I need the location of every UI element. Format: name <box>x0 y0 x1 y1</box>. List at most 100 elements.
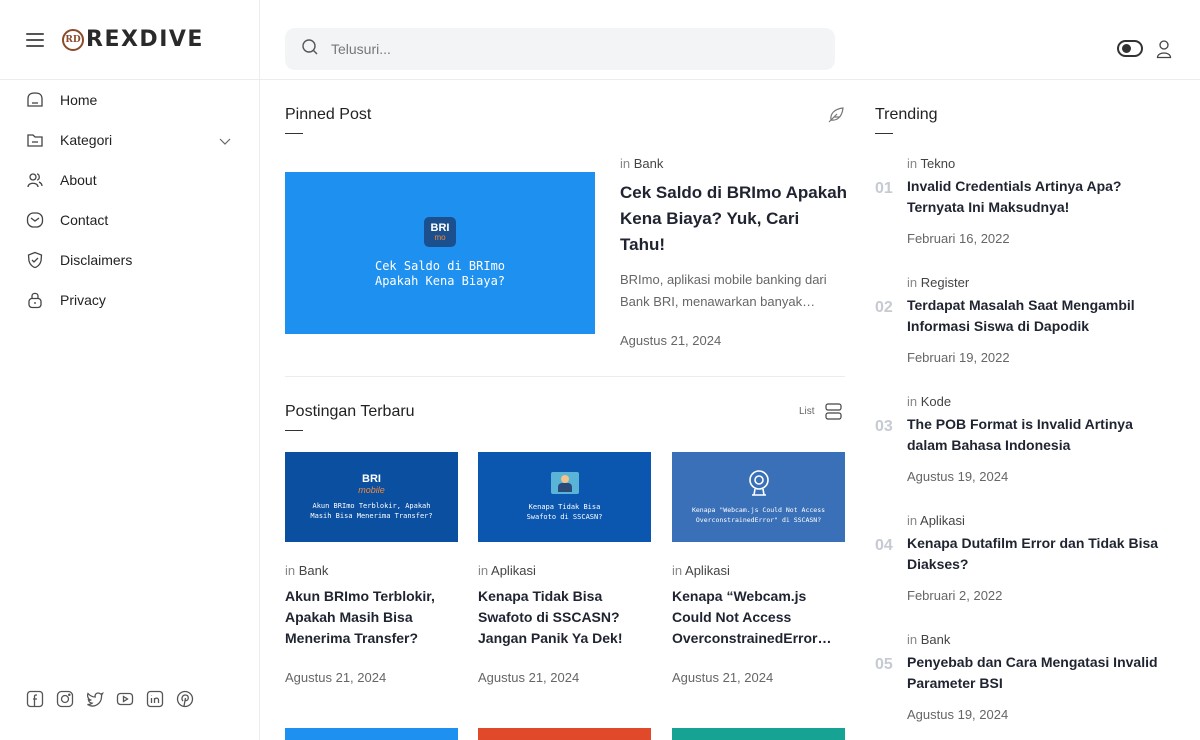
trending-date: Februari 2, 2022 <box>907 588 1003 603</box>
home-icon <box>26 91 44 109</box>
trending-title[interactable]: Terdapat Masalah Saat Mengambil Informas… <box>907 295 1177 337</box>
search-bar[interactable] <box>285 28 835 70</box>
category-link[interactable]: Bank <box>921 632 951 647</box>
shield-icon <box>26 251 44 269</box>
social-links <box>26 690 206 708</box>
trending-number: 04 <box>875 537 893 554</box>
chevron-down-icon[interactable] <box>219 133 231 149</box>
post-card-image[interactable]: Kenapa Tidak Bisa Swafoto di SSCASN? <box>478 452 651 542</box>
post-card-category: in Bank <box>285 563 329 578</box>
trending-date: Agustus 19, 2024 <box>907 707 1009 722</box>
card-image-line2: Masih Bisa Menerima Transfer? <box>310 511 433 520</box>
brimobile-logo-sub: mobile <box>358 484 385 495</box>
category-link[interactable]: Bank <box>299 563 329 578</box>
post-card-title[interactable]: Kenapa Tidak Bisa Swafoto di SSCASN? Jan… <box>478 586 650 649</box>
search-input[interactable] <box>331 41 811 57</box>
trending-category: in Bank <box>907 632 951 647</box>
brimo-logo-top: BRI <box>430 221 450 234</box>
card-image-line1: Kenapa Tidak Bisa <box>528 503 601 511</box>
trending-category: in Kode <box>907 394 952 409</box>
category-link[interactable]: Aplikasi <box>685 563 730 578</box>
users-icon <box>26 171 44 189</box>
category-link[interactable]: Aplikasi <box>491 563 536 578</box>
category-link[interactable]: Bank <box>634 156 664 171</box>
trending-category: in Tekno <box>907 156 956 171</box>
view-toggle-label: List <box>799 406 815 417</box>
sidebar-item-label: Disclaimers <box>60 252 133 268</box>
post-card-image-partial[interactable] <box>285 728 458 740</box>
post-card-date: Agustus 21, 2024 <box>672 670 774 685</box>
post-card-date: Agustus 21, 2024 <box>478 670 580 685</box>
brimo-logo-bottom: mo <box>434 232 446 242</box>
sidebar-item-about[interactable]: About <box>0 160 259 200</box>
person-screen-icon <box>550 472 579 494</box>
pinned-post-title[interactable]: Cek Saldo di BRImo Apakah Kena Biaya? Yu… <box>620 180 848 258</box>
feather-icon <box>827 106 845 129</box>
view-toggle[interactable]: List <box>799 403 842 420</box>
category-link[interactable]: Kode <box>921 394 951 409</box>
sidebar-nav: Home Kategori About Contact Disclaimers … <box>0 80 259 320</box>
trending-date: Agustus 19, 2024 <box>907 469 1009 484</box>
dark-mode-toggle[interactable] <box>1117 40 1143 57</box>
pinned-image-line1: Cek Saldo di BRImo <box>374 259 506 273</box>
site-logo[interactable]: RD REXDIVE <box>62 27 204 52</box>
sidebar-item-contact[interactable]: Contact <box>0 200 259 240</box>
trending-date: Februari 16, 2022 <box>907 231 1010 246</box>
sidebar-item-home[interactable]: Home <box>0 80 259 120</box>
sidebar-item-label: About <box>60 172 97 188</box>
sidebar-item-label: Contact <box>60 212 109 228</box>
trending-date: Februari 19, 2022 <box>907 350 1010 365</box>
card-image-line2: OverconstrainedError" di SSCASN? <box>695 516 822 524</box>
sidebar-item-privacy[interactable]: Privacy <box>0 280 259 320</box>
pinterest-icon[interactable] <box>176 690 194 708</box>
post-card-date: Agustus 21, 2024 <box>285 670 387 685</box>
trending-title[interactable]: The POB Format is Invalid Artinya dalam … <box>907 414 1177 456</box>
post-card-category: in Aplikasi <box>478 563 536 578</box>
trending-title[interactable]: Penyebab dan Cara Mengatasi Invalid Para… <box>907 652 1177 694</box>
webcam-icon <box>746 469 772 497</box>
sidebar-item-label: Home <box>60 92 98 108</box>
category-link[interactable]: Tekno <box>921 156 956 171</box>
sidebar-item-kategori[interactable]: Kategori <box>0 120 259 160</box>
pinned-post-category: in Bank <box>620 156 664 171</box>
card-image-line1: Kenapa "Webcam.js Could Not Access <box>691 506 826 514</box>
twitter-icon[interactable] <box>86 690 104 708</box>
latest-section-title: Postingan Terbaru <box>285 403 415 431</box>
post-card-image-partial[interactable] <box>478 728 651 740</box>
category-link[interactable]: Register <box>921 275 969 290</box>
folder-icon <box>26 131 44 149</box>
user-icon[interactable] <box>1156 39 1172 64</box>
pinned-post-date: Agustus 21, 2024 <box>620 333 722 348</box>
lock-icon <box>26 291 44 309</box>
instagram-icon[interactable] <box>56 690 74 708</box>
card-image-line1: Akun BRImo Terblokir, Apakah <box>312 501 431 510</box>
brimo-logo: BRI mo <box>424 217 456 247</box>
pinned-post-image[interactable]: BRI mo Cek Saldo di BRImo Apakah Kena Bi… <box>285 172 595 334</box>
linkedin-icon[interactable] <box>146 690 164 708</box>
trending-title[interactable]: Invalid Credentials Artinya Apa? Ternyat… <box>907 176 1177 218</box>
sidebar-item-disclaimers[interactable]: Disclaimers <box>0 240 259 280</box>
trending-section-title: Trending <box>875 106 938 134</box>
facebook-icon[interactable] <box>26 690 44 708</box>
post-card-image-partial[interactable] <box>672 728 845 740</box>
post-card-title[interactable]: Akun BRImo Terblokir, Apakah Masih Bisa … <box>285 586 457 649</box>
menu-icon[interactable] <box>26 32 44 47</box>
pinned-image-line2: Apakah Kena Biaya? <box>374 274 506 288</box>
post-card-title[interactable]: Kenapa “Webcam.js Could Not Access Overc… <box>672 586 846 649</box>
post-card-image[interactable]: BRI mobile Akun BRImo Terblokir, Apakah … <box>285 452 458 542</box>
youtube-icon[interactable] <box>116 690 134 708</box>
trending-number: 01 <box>875 180 893 197</box>
logo-text: REXDIVE <box>86 27 204 52</box>
logo-badge: RD <box>62 28 84 51</box>
brand-bar: RD REXDIVE <box>0 0 260 80</box>
brimobile-logo: BRI <box>362 472 381 485</box>
trending-title[interactable]: Kenapa Dutafilm Error dan Tidak Bisa Dia… <box>907 533 1177 575</box>
trending-number: 02 <box>875 299 893 316</box>
sidebar-item-label: Privacy <box>60 292 106 308</box>
section-divider <box>285 376 845 377</box>
trending-number: 03 <box>875 418 893 435</box>
trending-number: 05 <box>875 656 893 673</box>
pinned-section-title: Pinned Post <box>285 106 372 134</box>
post-card-image[interactable]: Kenapa "Webcam.js Could Not Access Overc… <box>672 452 845 542</box>
category-link[interactable]: Aplikasi <box>920 513 965 528</box>
